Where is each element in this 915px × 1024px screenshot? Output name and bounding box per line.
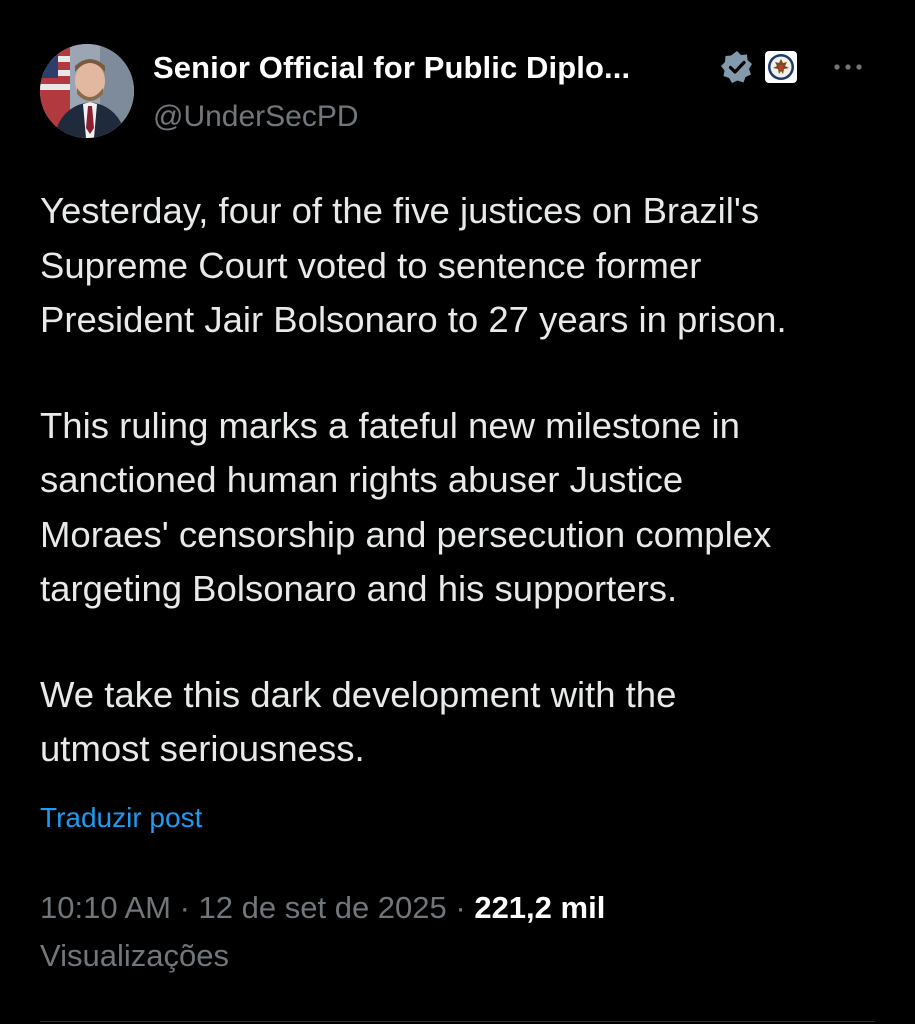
translate-post-link[interactable]: Traduzir post bbox=[40, 802, 202, 834]
post-text: Yesterday, four of the five justices on … bbox=[40, 184, 890, 777]
post-paragraph: Yesterday, four of the five justices on … bbox=[40, 190, 787, 340]
avatar[interactable] bbox=[40, 44, 134, 138]
tweet-detail: Senior Official for Public Diplo... @Und… bbox=[0, 0, 915, 1024]
post-meta: 10:10 AM · 12 de set de 2025 · 221,2 mil… bbox=[40, 884, 890, 980]
post-meta-line: 10:10 AM · 12 de set de 2025 · 221,2 mil bbox=[40, 884, 890, 932]
meta-separator: · bbox=[446, 890, 475, 925]
meta-separator: · bbox=[170, 890, 199, 925]
author-name[interactable]: Senior Official for Public Diplo... bbox=[153, 50, 630, 86]
us-state-department-seal-icon[interactable] bbox=[764, 50, 798, 84]
views-label: Visualizações bbox=[40, 938, 229, 973]
divider bbox=[40, 1021, 875, 1022]
post-time[interactable]: 10:10 AM bbox=[40, 890, 171, 925]
post-header: Senior Official for Public Diplo... @Und… bbox=[40, 44, 875, 140]
post-date[interactable]: 12 de set de 2025 bbox=[199, 890, 447, 925]
post-paragraph: This ruling marks a fateful new mileston… bbox=[40, 404, 772, 610]
views-count[interactable]: 221,2 mil bbox=[474, 890, 605, 925]
post-paragraph: We take this dark development with the u… bbox=[40, 673, 677, 770]
verified-badge-icon[interactable] bbox=[720, 50, 754, 84]
author-handle[interactable]: @UnderSecPD bbox=[153, 100, 359, 134]
more-options-icon[interactable] bbox=[830, 54, 866, 84]
avatar-image bbox=[40, 44, 134, 138]
